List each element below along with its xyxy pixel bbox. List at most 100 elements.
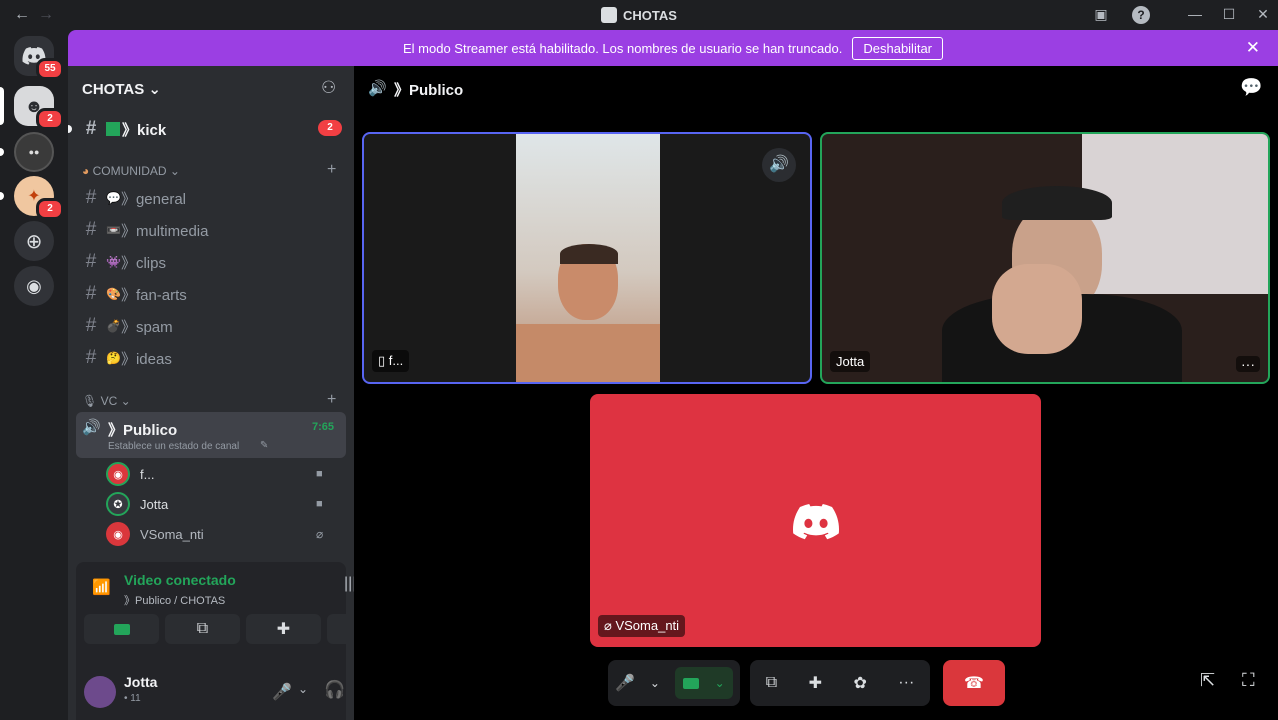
voice-user-name: f... <box>140 466 155 482</box>
channel-status[interactable]: Establece un estado de canal <box>108 441 239 452</box>
hash-icon: # <box>85 118 97 139</box>
camera-button[interactable] <box>84 614 159 644</box>
disable-streamer-button[interactable]: Deshabilitar <box>852 36 944 60</box>
video-tile-3[interactable]: ⌀ VSoma_nti <box>590 394 1041 647</box>
channel-general[interactable]: # 💬 》general <box>76 183 346 213</box>
muted-mic-icon: ⌀ <box>316 527 324 541</box>
video-hands <box>992 264 1082 354</box>
screen-share-icon: ⧉ <box>196 620 209 637</box>
more-icon[interactable]: ··· <box>898 674 914 692</box>
screen-share-icon[interactable]: ⧉ <box>766 674 777 692</box>
channel-clips[interactable]: # 👾 》clips <box>76 247 346 277</box>
video-tile-1[interactable]: 🔊 ▯ f... <box>362 132 812 384</box>
video-tile-2[interactable]: Jotta ··· <box>820 132 1270 384</box>
home-button[interactable]: 55 <box>14 36 64 80</box>
user-name[interactable]: Jotta <box>124 674 157 690</box>
channel-spam[interactable]: # 💣 》spam <box>76 311 346 341</box>
explore-button[interactable]: ◉ <box>14 266 54 306</box>
channel-multimedia[interactable]: # 📼 》multimedia <box>76 215 346 245</box>
maximize-icon[interactable]: ☐ <box>1219 6 1239 23</box>
fullscreen-icon[interactable]: ⛶ <box>1242 670 1255 691</box>
channel-name: 》clips <box>120 254 166 272</box>
avatar[interactable] <box>84 676 116 708</box>
add-friend-icon[interactable]: ⚇ <box>321 78 336 98</box>
chevron-down-icon[interactable]: ⌄ <box>298 682 308 696</box>
banner-text: El modo Streamer está habilitado. Los no… <box>402 40 843 56</box>
server-badge-2: 2 <box>36 198 64 220</box>
category-comunidad[interactable]: ◕ COMUNIDAD ⌄ + <box>82 161 336 178</box>
activities-button[interactable]: ✚ <box>246 614 321 644</box>
voice-user[interactable]: ◉ f... ■ <box>106 460 323 488</box>
camera-toggle[interactable]: ⌄ <box>674 667 733 699</box>
share-screen-button[interactable]: ⧉ <box>165 614 240 644</box>
user-area: Jotta • 11 🎤 ⌄ 🎧 ⌄ ⚙ <box>76 668 394 720</box>
voice-user-name: Jotta <box>140 496 169 512</box>
voice-timer: 7:65 <box>312 421 335 433</box>
microphone-icon[interactable]: 🎤 <box>615 673 635 693</box>
channel-name: 》multimedia <box>120 222 209 240</box>
channel-fan-arts[interactable]: # 🎨 》fan-arts <box>76 279 346 309</box>
channel-sidebar: CHOTAS ⌄ ⚇ # 》kick 2 ◕ COMUNIDAD ⌄ + # 💬 》… <box>68 66 402 720</box>
activity-controls: ⧉ ✚ ✿ ··· <box>750 660 930 706</box>
channel-emoji: 🤔 <box>106 351 121 365</box>
streamer-mode-banner: El modo Streamer está habilitado. Los no… <box>68 30 1278 66</box>
add-channel-icon[interactable]: + <box>327 391 336 409</box>
camera-icon <box>682 677 699 689</box>
muted-mic-icon: ⌀ <box>604 618 612 633</box>
server-icon <box>601 7 618 23</box>
unread-pill <box>0 148 4 156</box>
camera-icon <box>113 623 130 635</box>
more-icon[interactable]: ··· <box>1236 356 1260 372</box>
hash-icon: # <box>85 315 97 336</box>
speaker-icon: 🔊 <box>368 80 387 97</box>
help-icon[interactable]: ? <box>1132 6 1150 24</box>
participant-tag: Jotta <box>830 351 871 372</box>
video-feed <box>516 134 660 382</box>
server-chotas[interactable]: ☻ 2 <box>14 86 64 130</box>
close-icon[interactable]: ✕ <box>1246 38 1260 58</box>
category-vc[interactable]: 🎙 VC ⌄ + <box>82 391 336 408</box>
activities-icon[interactable]: ✚ <box>809 673 822 693</box>
channel-kick-name: 》kick <box>122 121 167 139</box>
minimize-icon[interactable]: — <box>1185 6 1205 22</box>
channel-name: 》spam <box>120 318 173 336</box>
voice-channel-publico[interactable]: 🔊 》Publico 7:65 Establece un estado de c… <box>76 412 346 458</box>
channel-ideas[interactable]: # 🤔 》ideas <box>76 343 346 373</box>
selected-pill <box>0 87 4 125</box>
server-3[interactable]: ✦ 2 <box>14 176 64 220</box>
voice-user[interactable]: ◉ VSoma_nti ⌀ <box>106 520 323 548</box>
inbox-icon[interactable]: ▣ <box>1091 6 1111 23</box>
channel-name: 》fan-arts <box>120 286 187 304</box>
add-server-button[interactable]: ⊕ <box>14 221 54 261</box>
category-comunidad-label: COMUNIDAD ⌄ <box>92 164 180 178</box>
close-window-icon[interactable]: ✕ <box>1253 6 1273 23</box>
add-channel-icon[interactable]: + <box>327 161 336 179</box>
green-square-icon <box>106 122 120 136</box>
headphones-icon[interactable]: 🎧 <box>324 680 345 700</box>
soundboard-icon[interactable]: ✿ <box>853 673 866 693</box>
disconnect-button[interactable]: ☎ <box>943 660 1005 706</box>
voice-channel-name: 》Publico <box>108 422 178 439</box>
server-list: 55 ☻ 2 ●● ✦ 2 ⊕ ◉ <box>0 30 68 720</box>
unread-indicator <box>68 125 72 133</box>
server-header[interactable]: CHOTAS ⌄ ⚇ <box>68 66 354 110</box>
participant-tag: ⌀ VSoma_nti <box>598 615 686 637</box>
voice-user[interactable]: ✪ Jotta ■ <box>106 490 323 518</box>
microphone-icon[interactable]: 🎤 <box>272 682 292 702</box>
channel-header: 🔊 》Publico 💬 <box>354 66 1278 110</box>
chevron-down-icon: ⌄ <box>714 676 725 690</box>
chat-icon[interactable]: 💬 <box>1240 77 1262 98</box>
speaker-icon: 🔊 <box>82 419 101 436</box>
channel-kick-badge: 2 <box>318 120 342 136</box>
server-2[interactable]: ●● <box>14 132 54 172</box>
connection-status[interactable]: Video conectado <box>124 572 236 588</box>
chevron-down-icon[interactable]: ⌄ <box>650 676 660 690</box>
pencil-icon[interactable]: ✎ <box>260 440 268 451</box>
mobile-icon: ▯ <box>378 353 386 368</box>
video-body <box>516 324 660 382</box>
connection-location[interactable]: 》Publico / CHOTAS <box>124 592 225 608</box>
channel-kick[interactable]: # 》kick 2 <box>68 114 346 144</box>
camera-icon: ■ <box>316 468 323 480</box>
pop-out-icon[interactable]: ⇱ <box>1200 670 1215 691</box>
signal-icon[interactable]: 📶 <box>92 578 111 596</box>
